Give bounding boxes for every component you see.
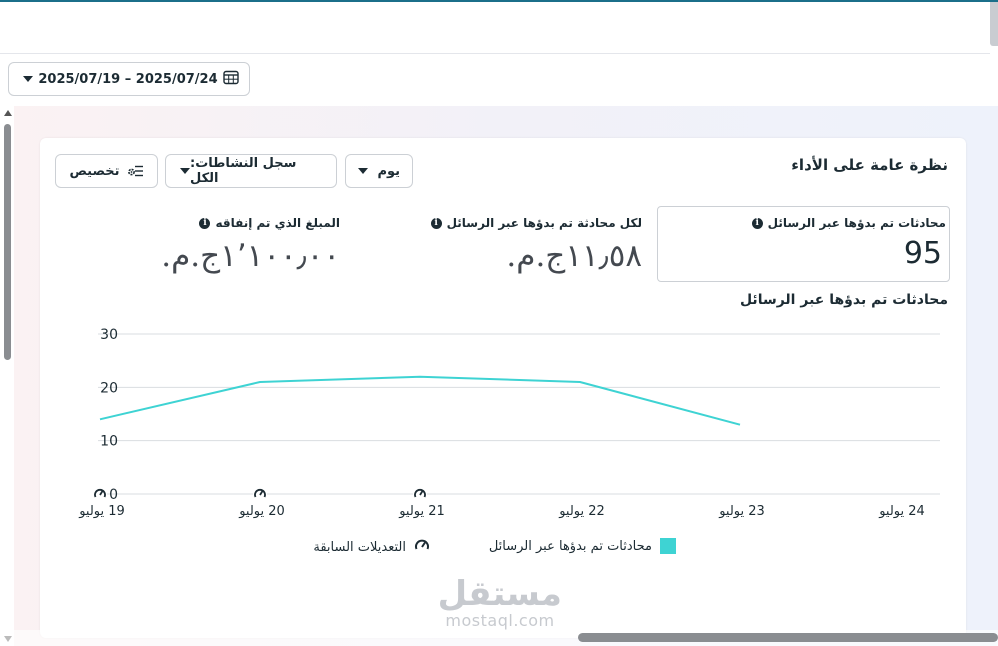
y-tick-label: 0 <box>109 487 118 503</box>
watermark-url: mostaql.com <box>445 611 555 630</box>
watermark-logo: مستقل <box>437 574 562 614</box>
x-tick-label: 22 يوليو <box>558 504 605 519</box>
chart-series <box>99 375 741 426</box>
x-tick-label: 24 يوليو <box>878 504 925 519</box>
y-tick-label: 10 <box>100 434 118 450</box>
date-range-label: 2025/07/19 – 2025/07/24 <box>38 71 218 87</box>
chart-grid <box>98 333 940 495</box>
gauge-marker-icon[interactable] <box>413 487 427 501</box>
top-bar <box>0 2 990 54</box>
vertical-scrollbar-thumb[interactable] <box>4 124 11 360</box>
y-tick-label: 20 <box>100 380 118 396</box>
scroll-up-arrow-icon[interactable] <box>4 110 12 116</box>
x-tick-label: 21 يوليو <box>398 504 445 519</box>
x-tick-label: 19 يوليو <box>78 504 125 519</box>
date-range-picker[interactable]: 2025/07/19 – 2025/07/24 <box>8 62 250 96</box>
top-scrollbar[interactable] <box>990 2 998 46</box>
gauge-marker-icon[interactable] <box>93 487 107 501</box>
series-line[interactable] <box>99 375 741 426</box>
x-axis: 19 يوليو 20 يوليو 21 يوليو 22 يوليو 23 يوليو… <box>78 504 925 519</box>
gauge-marker-icon[interactable] <box>253 487 267 501</box>
x-tick-label: 20 يوليو <box>238 504 285 519</box>
line-chart: 0 10 20 30 19 يوليو 20 يوليو 21 يوليو 22 يوليو… <box>78 327 940 519</box>
y-tick-label: 30 <box>100 327 118 343</box>
horizontal-scrollbar-thumb[interactable] <box>578 633 998 642</box>
calendar-icon <box>223 70 239 89</box>
chevron-down-icon <box>23 76 33 82</box>
watermark: مستقل mostaql.com <box>438 576 562 630</box>
x-tick-label: 23 يوليو <box>718 504 765 519</box>
